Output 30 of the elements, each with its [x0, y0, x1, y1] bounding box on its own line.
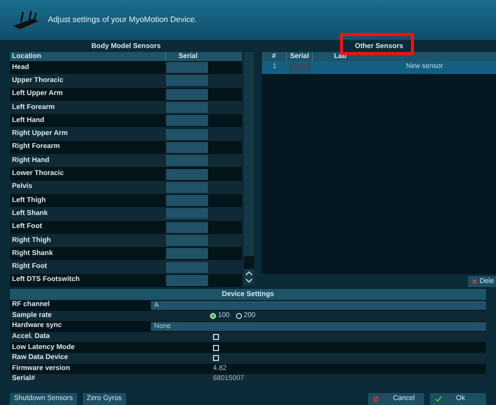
scroll-thumb[interactable]	[244, 256, 254, 269]
checkbox[interactable]	[213, 344, 219, 351]
serial-field[interactable]	[289, 63, 311, 72]
serial-field[interactable]	[166, 248, 208, 260]
window-title: Adjust settings of your MyoMotion Device.	[48, 14, 197, 26]
serial-field[interactable]	[166, 262, 208, 273]
serial-field[interactable]	[166, 195, 208, 206]
serial-field[interactable]	[166, 222, 208, 233]
router-icon	[12, 10, 40, 30]
checkbox[interactable]	[213, 334, 219, 340]
serial-field[interactable]	[166, 62, 208, 74]
serial-field[interactable]	[166, 102, 208, 114]
serial-field[interactable]	[166, 274, 208, 286]
serial-field[interactable]	[166, 208, 208, 220]
scrollbar[interactable]	[244, 52, 254, 285]
serial-field[interactable]	[166, 75, 208, 86]
serial-field[interactable]	[166, 168, 208, 180]
checkbox[interactable]	[213, 355, 219, 362]
scroll-down-icon[interactable]	[244, 277, 254, 285]
cancel-icon	[373, 396, 379, 402]
check-icon	[435, 396, 442, 402]
scroll-up-icon[interactable]	[244, 269, 254, 277]
serial-field[interactable]	[166, 115, 208, 126]
serial-field[interactable]	[166, 155, 208, 166]
serial-field[interactable]	[166, 142, 208, 153]
serial-field[interactable]	[166, 128, 208, 140]
close-icon	[472, 278, 477, 284]
serial-field[interactable]	[166, 235, 208, 246]
serial-field[interactable]	[166, 182, 208, 193]
serial-field[interactable]	[166, 88, 208, 100]
